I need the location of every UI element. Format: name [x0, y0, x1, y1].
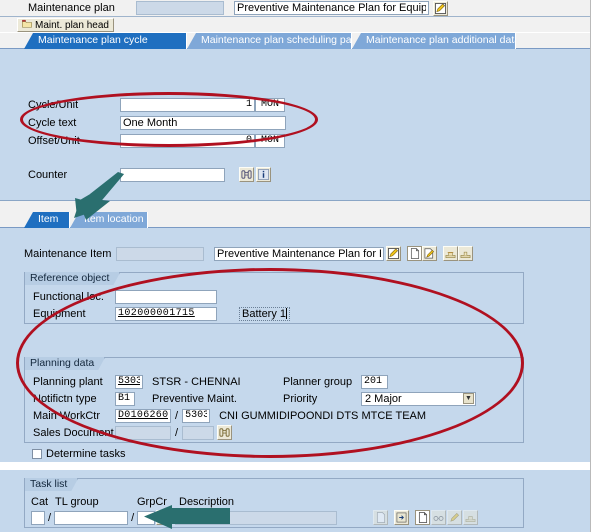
- panel-gap-divider: [0, 201, 590, 212]
- planning-data-title: Planning data: [25, 357, 105, 370]
- binoculars-search-icon[interactable]: [156, 510, 172, 525]
- info-icon[interactable]: [256, 167, 271, 182]
- equipment-input[interactable]: [115, 306, 217, 321]
- notification-type-description: Preventive Maint.: [152, 392, 237, 405]
- document-dim-icon[interactable]: [373, 510, 388, 525]
- maintenance-item-label: Maintenance Item: [24, 247, 112, 260]
- column-header-cat: Cat: [31, 495, 49, 508]
- task-list-title: Task list: [25, 478, 78, 491]
- planner-group-input[interactable]: [361, 374, 388, 389]
- maintenance-plan-cycle-panel: Cycle/Unit MON Cycle text Offset/Unit MO…: [0, 49, 590, 201]
- notification-type-label: Notifictn type: [33, 392, 97, 405]
- priority-value: 2 Major: [365, 392, 402, 405]
- task-list-cat-input[interactable]: [31, 510, 45, 525]
- tab-item-location[interactable]: Item location: [70, 212, 148, 228]
- priority-label: Priority: [283, 392, 318, 405]
- offset-unit-input[interactable]: [120, 133, 255, 148]
- main-workctr-description: CNI GUMMIDIPOONDI DTS MTCE TEAM: [219, 409, 427, 422]
- reference-object-title: Reference object: [25, 272, 120, 285]
- cycle-unit-label: Cycle/Unit: [28, 98, 79, 111]
- cycle-unit-input[interactable]: [120, 97, 255, 112]
- task-list-grpcr-input[interactable]: [137, 510, 156, 525]
- maintenance-plan-header: Maintenance plan: [0, 0, 590, 17]
- reference-object-group: Reference object Functional loc. Equipme…: [24, 272, 524, 324]
- priority-dropdown[interactable]: 2 Major ▼: [361, 391, 476, 406]
- cycle-unit-uom[interactable]: MON: [255, 97, 285, 112]
- maintenance-item-panel: Item Item location Maintenance Item Prev…: [0, 212, 590, 462]
- planner-group-label: Planner group: [283, 375, 353, 388]
- document-with-pen-icon[interactable]: [422, 246, 437, 261]
- tab-item[interactable]: Item: [24, 212, 70, 228]
- planning-plant-description: STSR - CHENNAI: [152, 375, 241, 388]
- maint-plan-head-label: Maint. plan head: [35, 19, 109, 31]
- cycle-text-input[interactable]: [120, 115, 286, 130]
- right-edge-border: [590, 0, 600, 532]
- column-header-description: Description: [179, 495, 235, 508]
- binoculars-search-icon[interactable]: [239, 167, 254, 182]
- notification-type-input[interactable]: [115, 391, 135, 406]
- maintenance-plan-tabstrip: Maintenance plan cycle Maintenance plan …: [0, 33, 590, 49]
- maintenance-plan-number-input[interactable]: [136, 1, 224, 15]
- tab-maintenance-plan-additional-data[interactable]: Maintenance plan additional data: [352, 33, 516, 49]
- maintenance-plan-description-input[interactable]: [234, 1, 429, 15]
- counter-input[interactable]: [120, 167, 225, 182]
- folder-icon: [22, 19, 32, 31]
- sales-document-item-input[interactable]: [182, 425, 215, 440]
- item-tabstrip: Item Item location: [0, 212, 590, 228]
- task-list-toolbar: [373, 510, 478, 525]
- maintenance-item-number-input[interactable]: [116, 246, 204, 261]
- column-header-tl-group: TL group: [55, 495, 99, 508]
- new-document-icon[interactable]: [407, 246, 422, 261]
- column-header-grpcr: GrpCr: [137, 495, 167, 508]
- planning-plant-input[interactable]: [115, 374, 143, 389]
- sap-maintenance-plan-screen: Maintenance plan Maint. plan head Mainte…: [0, 0, 600, 532]
- pencil-edit-icon[interactable]: [386, 246, 401, 261]
- stamp-icon[interactable]: [443, 246, 458, 261]
- stamp-icon[interactable]: [463, 510, 478, 525]
- task-list-tlgroup-input[interactable]: [54, 510, 129, 525]
- planning-data-group: Planning data Planning plant STSR - CHEN…: [24, 357, 524, 443]
- binoculars-search-icon[interactable]: [217, 425, 233, 440]
- tab-label: Item: [38, 213, 59, 225]
- tab-maintenance-plan-scheduling-parameters[interactable]: Maintenance plan scheduling parameters: [187, 33, 352, 49]
- cycle-text-label: Cycle text: [28, 116, 77, 129]
- main-workctr-plant-input[interactable]: [182, 408, 211, 423]
- task-list-group: Task list Cat TL group GrpCr Description…: [24, 478, 524, 528]
- determine-tasks-label: Determine tasks: [46, 447, 126, 460]
- task-list-panel: Task list Cat TL group GrpCr Description…: [0, 470, 590, 532]
- stamp-alt-icon[interactable]: [458, 246, 473, 261]
- maint-plan-head-button[interactable]: Maint. plan head: [17, 18, 114, 32]
- pencil-icon[interactable]: [447, 510, 462, 525]
- maintenance-plan-label: Maintenance plan: [28, 2, 115, 14]
- tab-label: Maintenance plan additional data: [366, 34, 521, 46]
- table-row: / /: [31, 510, 338, 525]
- equipment-label: Equipment: [33, 307, 86, 320]
- maintenance-item-description-input[interactable]: [214, 246, 384, 261]
- equipment-description: Battery 1: [239, 306, 291, 321]
- glasses-icon[interactable]: [431, 510, 446, 525]
- task-list-description-input[interactable]: [175, 510, 338, 525]
- functional-loc-label: Functional loc.: [33, 290, 104, 303]
- pencil-edit-icon[interactable]: [433, 0, 448, 16]
- counter-label: Counter: [28, 168, 68, 181]
- main-workctr-input[interactable]: [115, 408, 171, 423]
- main-workctr-label: Main WorkCtr: [33, 409, 101, 422]
- sales-document-input[interactable]: [115, 425, 171, 440]
- tab-label: Maintenance plan cycle: [38, 34, 148, 46]
- determine-tasks-checkbox[interactable]: [32, 448, 42, 459]
- tab-maintenance-plan-cycle[interactable]: Maintenance plan cycle: [24, 33, 187, 49]
- document-arrow-icon[interactable]: [394, 510, 409, 525]
- lower-gap-divider: [0, 462, 590, 470]
- offset-unit-uom[interactable]: MON: [255, 133, 285, 148]
- determine-tasks-row[interactable]: Determine tasks: [32, 446, 125, 461]
- tab-label: Item location: [84, 213, 144, 225]
- planning-plant-label: Planning plant: [33, 375, 103, 388]
- functional-loc-input[interactable]: [115, 289, 217, 304]
- offset-unit-label: Offset/Unit: [28, 134, 80, 147]
- chevron-down-icon[interactable]: ▼: [463, 393, 474, 404]
- sales-document-label: Sales Document: [33, 426, 114, 439]
- new-page-icon[interactable]: [415, 510, 430, 525]
